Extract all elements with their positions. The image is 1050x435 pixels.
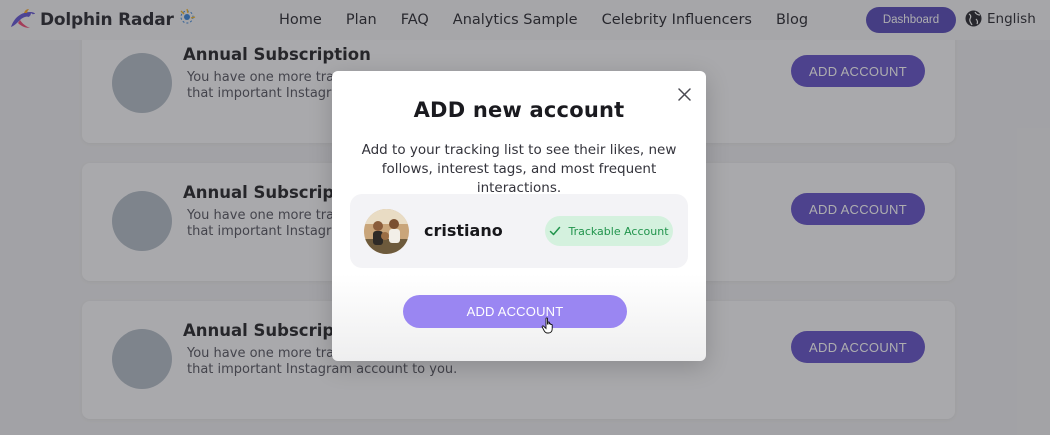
add-account-modal: ADD new account Add to your tracking lis…: [332, 71, 706, 361]
check-icon: [550, 226, 561, 236]
account-username: cristiano: [424, 221, 503, 240]
modal-add-account-button[interactable]: ADD ACCOUNT: [403, 295, 627, 328]
account-preview: cristiano Trackable Account: [350, 194, 688, 268]
trackable-status-badge: Trackable Account: [545, 216, 673, 246]
hand-cursor-icon: [541, 317, 553, 334]
modal-title: ADD new account: [413, 98, 625, 122]
modal-description: Add to your tracking list to see their l…: [361, 142, 677, 196]
account-avatar: [364, 209, 409, 254]
badge-label: Trackable Account: [568, 224, 669, 238]
